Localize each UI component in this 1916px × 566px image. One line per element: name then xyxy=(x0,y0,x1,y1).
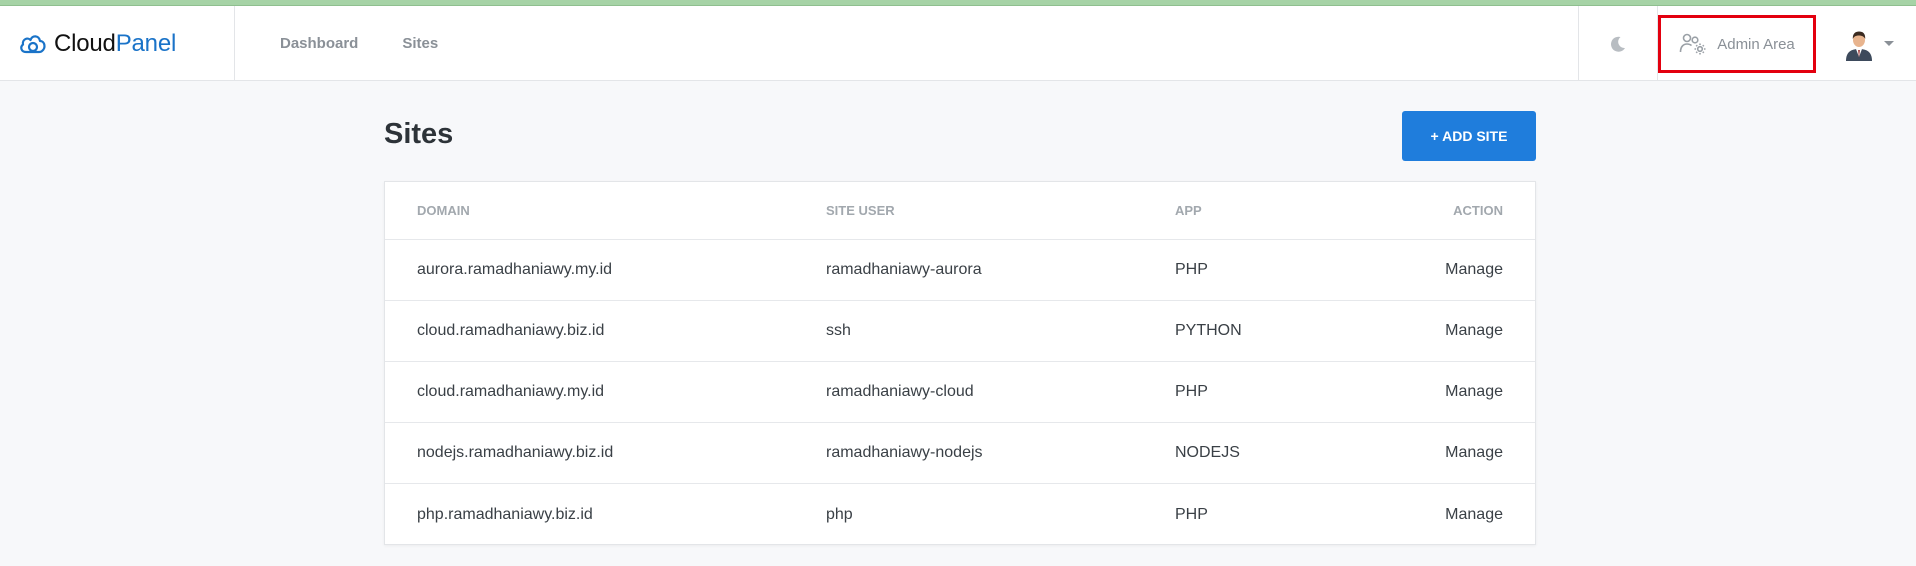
add-site-button[interactable]: + ADD SITE xyxy=(1402,111,1536,161)
manage-link[interactable]: Manage xyxy=(1445,506,1503,524)
theme-toggle-button[interactable] xyxy=(1578,6,1658,81)
app-cell: NODEJS xyxy=(1175,444,1240,461)
table-row: cloud.ramadhaniawy.my.id ramadhaniawy-cl… xyxy=(385,362,1535,423)
site-user-cell: ramadhaniawy-cloud xyxy=(826,383,974,400)
nav-sites-link[interactable]: Sites xyxy=(402,35,438,52)
column-header-action: ACTION xyxy=(1453,203,1503,218)
brand-logo[interactable]: CloudPanel xyxy=(0,6,235,81)
domain-cell: nodejs.ramadhaniawy.biz.id xyxy=(417,444,614,461)
manage-link[interactable]: Manage xyxy=(1445,261,1503,279)
users-cog-icon xyxy=(1679,33,1706,55)
moon-icon xyxy=(1611,36,1625,52)
site-user-cell: ramadhaniawy-aurora xyxy=(826,261,982,278)
manage-link[interactable]: Manage xyxy=(1445,322,1503,340)
site-user-cell: ssh xyxy=(826,322,851,339)
table-header-row: DOMAIN SITE USER APP ACTION xyxy=(385,182,1535,240)
table-row: aurora.ramadhaniawy.my.id ramadhaniawy-a… xyxy=(385,240,1535,301)
sites-table: DOMAIN SITE USER APP ACTION aurora.ramad… xyxy=(384,181,1536,545)
brand-name: CloudPanel xyxy=(54,30,176,58)
column-header-domain: DOMAIN xyxy=(417,203,470,218)
domain-cell: aurora.ramadhaniawy.my.id xyxy=(417,261,613,278)
cloud-icon xyxy=(20,34,46,53)
page-title: Sites xyxy=(384,118,454,150)
nav-dashboard-link[interactable]: Dashboard xyxy=(280,35,358,52)
site-user-cell: php xyxy=(826,505,853,523)
table-row: php.ramadhaniawy.biz.id php PHP Manage xyxy=(385,484,1535,545)
column-header-site-user: SITE USER xyxy=(826,203,895,218)
top-navbar: CloudPanel Dashboard Sites Admin Area xyxy=(0,6,1916,81)
admin-area-label: Admin Area xyxy=(1717,35,1795,53)
domain-cell: cloud.ramadhaniawy.my.id xyxy=(417,383,605,400)
app-cell: PYTHON xyxy=(1175,322,1242,339)
brand-name-part2: Panel xyxy=(115,29,177,57)
avatar xyxy=(1842,26,1876,61)
table-row: nodejs.ramadhaniawy.biz.id ramadhaniawy-… xyxy=(385,423,1535,484)
app-cell: PHP xyxy=(1175,383,1208,400)
domain-cell: cloud.ramadhaniawy.biz.id xyxy=(417,322,605,339)
brand-name-part1: Cloud xyxy=(54,29,116,57)
site-user-cell: ramadhaniawy-nodejs xyxy=(826,444,983,461)
main-nav: Dashboard Sites xyxy=(280,6,438,81)
table-row: cloud.ramadhaniawy.biz.id ssh PYTHON Man… xyxy=(385,301,1535,362)
profile-menu[interactable] xyxy=(1820,6,1916,81)
caret-down-icon xyxy=(1884,41,1894,46)
app-cell: PHP xyxy=(1175,261,1208,278)
admin-area-link[interactable]: Admin Area xyxy=(1658,15,1816,73)
manage-link[interactable]: Manage xyxy=(1445,444,1503,462)
app-cell: PHP xyxy=(1175,505,1208,523)
domain-cell: php.ramadhaniawy.biz.id xyxy=(417,505,593,523)
column-header-app: APP xyxy=(1175,203,1202,218)
manage-link[interactable]: Manage xyxy=(1445,383,1503,401)
